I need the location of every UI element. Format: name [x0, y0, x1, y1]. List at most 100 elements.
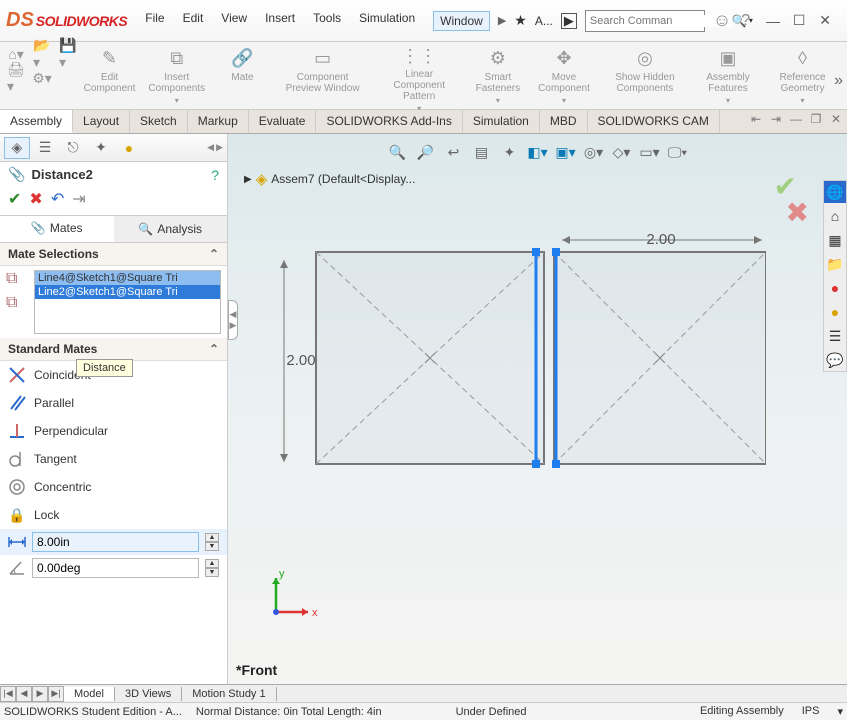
ribbon-component-preview[interactable]: ▭Component Preview Window — [272, 44, 372, 107]
star-icon[interactable]: ★ — [514, 12, 527, 29]
ribbon-show-hidden[interactable]: ◎Show Hidden Components — [598, 44, 692, 107]
tab-addins[interactable]: SOLIDWORKS Add-Ins — [316, 110, 462, 133]
tab-layout[interactable]: Layout — [73, 110, 130, 133]
edit-appearance-icon[interactable]: ◇▾ — [612, 142, 632, 162]
ribbon-insert-components[interactable]: ⧉Insert Components▾ — [141, 44, 212, 107]
status-dropdown-icon[interactable]: ▾ — [837, 705, 843, 718]
expand-icon[interactable]: ▶ — [244, 174, 252, 185]
appearance-tab-icon[interactable]: ● — [116, 137, 142, 159]
selection-item-1[interactable]: Line4@Sketch1@Square Tri — [35, 271, 220, 285]
menu-file[interactable]: File — [145, 11, 164, 31]
zoom-area-icon[interactable]: 🔎 — [416, 142, 436, 162]
settings-icon[interactable]: ⚙▾ — [32, 68, 52, 88]
tab-close-icon[interactable]: ✕ — [829, 112, 843, 126]
ribbon-assembly-features[interactable]: ▣Assembly Features▾ — [692, 44, 764, 107]
view-orientation-icon[interactable]: ◧▾ — [528, 142, 548, 162]
open-icon[interactable]: 📂▾ — [32, 44, 52, 64]
design-library-icon[interactable]: ⌂ — [824, 205, 846, 227]
ribbon-edit-component[interactable]: ✎Edit Component — [78, 44, 141, 107]
menu-view[interactable]: View — [221, 11, 247, 31]
command-search[interactable]: 🔍 ▾ — [585, 10, 705, 32]
maximize-button[interactable]: ☐ — [792, 14, 806, 28]
appearances-icon[interactable]: ● — [824, 277, 846, 299]
user-icon[interactable]: ☺ — [713, 10, 731, 31]
mates-toggle[interactable]: 📎Mates — [0, 216, 114, 242]
ribbon-smart-fasteners[interactable]: ⚙Smart Fasteners▾ — [466, 44, 530, 107]
tab-markup[interactable]: Markup — [188, 110, 249, 133]
tab-prev-icon[interactable]: ◀ — [16, 686, 32, 702]
forum-icon[interactable]: 💬 — [824, 349, 846, 371]
cancel-button[interactable]: ✖ — [29, 189, 42, 209]
panel-collapse-handle[interactable]: ◀▶ — [228, 300, 238, 340]
tab-minimize-icon[interactable]: — — [789, 112, 803, 126]
resources-icon[interactable]: 🌐 — [824, 181, 846, 203]
panel-nav-left-icon[interactable]: ◀ — [207, 142, 214, 153]
mate-selections-header[interactable]: Mate Selections ⌃ — [0, 243, 227, 266]
mate-parallel[interactable]: Parallel — [0, 389, 227, 417]
spinner-down-icon[interactable]: ▼ — [205, 542, 219, 551]
print-icon[interactable]: 🖨▾ — [6, 68, 26, 88]
entity2-icon[interactable]: ⧉ — [6, 294, 30, 312]
analysis-toggle[interactable]: 🔍Analysis — [114, 216, 228, 242]
menu-edit[interactable]: Edit — [183, 11, 204, 31]
apply-scene-icon[interactable]: ▭▾ — [640, 142, 660, 162]
custom-props-icon[interactable]: ● — [824, 301, 846, 323]
mate-tangent[interactable]: Tangent — [0, 445, 227, 473]
ribbon-linear-pattern[interactable]: ⋮⋮Linear Component Pattern▾ — [373, 44, 466, 107]
spinner-up-icon[interactable]: ▲ — [205, 533, 219, 542]
dynamic-icon[interactable]: ✦ — [500, 142, 520, 162]
panel-help-icon[interactable]: ? — [211, 167, 219, 183]
view-triad[interactable]: x y — [258, 570, 318, 630]
save-icon[interactable]: 💾▾ — [58, 44, 78, 64]
selection-item-2[interactable]: Line2@Sketch1@Square Tri — [35, 285, 220, 299]
ribbon-reference-geometry[interactable]: ◊Reference Geometry▾ — [764, 44, 841, 107]
angle-input[interactable] — [32, 558, 199, 578]
zoom-fit-icon[interactable]: 🔍 — [388, 142, 408, 162]
angle-spinner[interactable]: ▲▼ — [205, 559, 219, 577]
reject-overlay-icon[interactable]: ✖ — [786, 196, 809, 229]
selection-list[interactable]: Line4@Sketch1@Square Tri Line2@Sketch1@S… — [34, 270, 221, 334]
property-tab-icon[interactable]: ☰ — [32, 137, 58, 159]
display-style-icon[interactable]: ▣▾ — [556, 142, 576, 162]
bottom-tab-3dviews[interactable]: 3D Views — [115, 687, 182, 701]
undo-button[interactable]: ↶ — [51, 189, 64, 209]
search-input[interactable] — [590, 15, 732, 27]
tab-simulation[interactable]: Simulation — [463, 110, 540, 133]
tab-sketch[interactable]: Sketch — [130, 110, 188, 133]
tab-restore-icon[interactable]: ❐ — [809, 112, 823, 126]
ribbon-overflow-icon[interactable]: » — [834, 72, 843, 90]
menu-arrow-icon[interactable]: ▶ — [498, 14, 506, 27]
feature-tree-tab-icon[interactable]: ◈ — [4, 137, 30, 159]
graphics-viewport[interactable]: 🔍 🔎 ↩ ▤ ✦ ◧▾ ▣▾ ◎▾ ◇▾ ▭▾ 🖵▾ ▶ ◈ Assem7 (… — [228, 134, 847, 684]
command-play-icon[interactable]: ▶ — [561, 13, 577, 29]
bottom-tab-model[interactable]: Model — [64, 687, 115, 701]
config-tab-icon[interactable]: ⎋ — [60, 137, 86, 159]
help-icon[interactable]: ? — [741, 12, 750, 30]
menu-window[interactable]: Window — [433, 11, 490, 31]
status-units[interactable]: IPS — [802, 705, 820, 718]
bottom-tab-motion[interactable]: Motion Study 1 — [182, 687, 276, 701]
breadcrumb[interactable]: ▶ ◈ Assem7 (Default<Display... — [244, 170, 415, 188]
tab-first-icon[interactable]: |◀ — [0, 686, 16, 702]
distance-input[interactable] — [32, 532, 199, 552]
ok-button[interactable]: ✔ — [8, 189, 21, 209]
tab-evaluate[interactable]: Evaluate — [249, 110, 317, 133]
ribbon-move-component[interactable]: ✥Move Component▾ — [530, 44, 598, 107]
pin-button[interactable]: ⇥ — [72, 189, 85, 209]
mate-concentric[interactable]: Concentric — [0, 473, 227, 501]
panel-nav-right-icon[interactable]: ▶ — [216, 142, 223, 153]
menu-tools[interactable]: Tools — [313, 11, 341, 31]
spinner-up-icon[interactable]: ▲ — [205, 559, 219, 568]
tab-solidworks-cam[interactable]: SOLIDWORKS CAM — [588, 110, 720, 133]
view-palette-icon[interactable]: 📁 — [824, 253, 846, 275]
standard-mates-header[interactable]: Standard Mates ⌃ — [0, 338, 227, 361]
mate-perpendicular[interactable]: Perpendicular — [0, 417, 227, 445]
spinner-down-icon[interactable]: ▼ — [205, 568, 219, 577]
tab-last-icon[interactable]: ▶| — [48, 686, 64, 702]
section-view-icon[interactable]: ▤ — [472, 142, 492, 162]
ribbon-mate[interactable]: 🔗Mate — [212, 44, 272, 107]
minimize-button[interactable]: — — [766, 14, 780, 28]
tab-assembly[interactable]: Assembly — [0, 110, 73, 133]
list-icon[interactable]: ☰ — [824, 325, 846, 347]
close-button[interactable]: ✕ — [818, 14, 832, 28]
